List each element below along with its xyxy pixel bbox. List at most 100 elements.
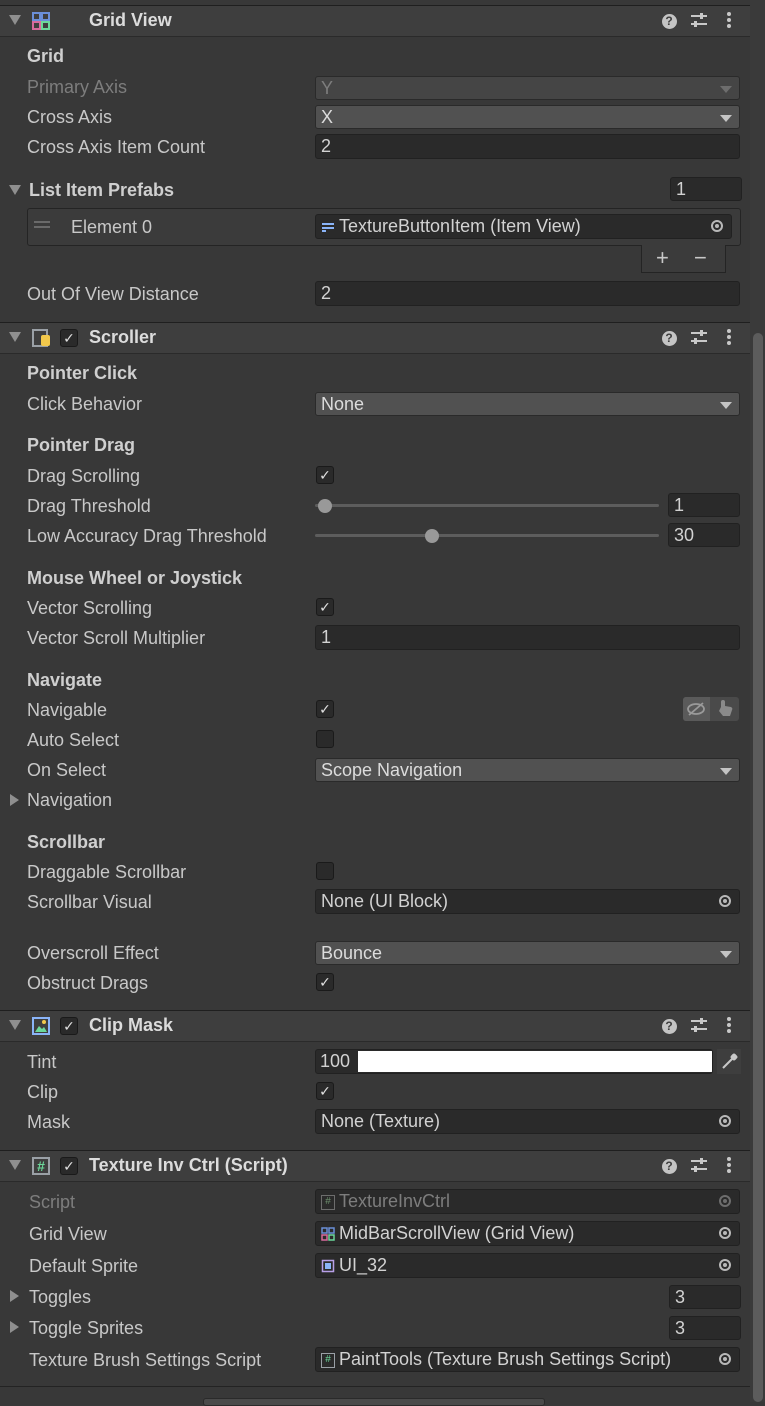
drag-handle-icon[interactable] xyxy=(34,221,50,228)
low-accuracy-slider[interactable] xyxy=(315,534,659,537)
inspector-scrollbar-thumb[interactable] xyxy=(753,333,763,1402)
brush-settings-field[interactable]: # PaintTools (Texture Brush Settings Scri… xyxy=(315,1347,740,1372)
grid-view-value: MidBarScrollView (Grid View) xyxy=(339,1223,575,1243)
vector-multiplier-field[interactable]: 1 xyxy=(315,625,740,650)
more-options-icon[interactable] xyxy=(720,327,738,347)
scroller-header[interactable]: ✓ Scroller ? xyxy=(0,322,750,354)
mask-label: Mask xyxy=(27,1112,71,1132)
texture-inv-ctrl-header[interactable]: # ✓ Texture Inv Ctrl (Script) ? xyxy=(0,1150,750,1182)
more-options-icon[interactable] xyxy=(720,1155,738,1175)
scroller-enabled-checkbox[interactable]: ✓ xyxy=(60,329,78,347)
auto-select-label: Auto Select xyxy=(27,730,120,750)
clip-checkbox[interactable]: ✓ xyxy=(316,1082,334,1100)
object-picker-icon[interactable] xyxy=(719,1115,731,1127)
mask-field[interactable]: None (Texture) xyxy=(315,1109,740,1134)
navigable-checkbox[interactable]: ✓ xyxy=(316,700,334,718)
element-0-field[interactable]: TextureButtonItem (Item View) xyxy=(315,214,732,239)
add-component-button[interactable] xyxy=(203,1398,545,1406)
navigation-foldout[interactable]: Navigation xyxy=(27,790,112,811)
presets-icon[interactable] xyxy=(690,1015,708,1035)
remove-element-button[interactable]: − xyxy=(694,245,707,271)
list-add-remove-bar: + − xyxy=(641,245,726,273)
clip-mask-header[interactable]: ✓ Clip Mask ? xyxy=(0,1010,750,1042)
toggle-sprites-foldout[interactable]: Toggle Sprites xyxy=(29,1318,143,1339)
object-picker-icon[interactable] xyxy=(719,1259,731,1271)
drag-threshold-slider[interactable] xyxy=(315,504,659,507)
vector-scrolling-checkbox[interactable]: ✓ xyxy=(316,598,334,616)
section-grid: Grid xyxy=(27,46,65,66)
on-select-label: On Select xyxy=(27,760,107,780)
section-mouse-wheel: Mouse Wheel or Joystick xyxy=(27,568,243,588)
fold-arrow-icon[interactable] xyxy=(9,1020,21,1030)
help-icon[interactable]: ? xyxy=(660,10,678,30)
script-label: Script xyxy=(29,1192,76,1212)
eyedropper-icon[interactable] xyxy=(717,1049,741,1074)
tint-alpha-value: 100 xyxy=(320,1051,351,1071)
fold-arrow-icon[interactable] xyxy=(9,1160,21,1170)
toggle-sprites-fold-icon[interactable] xyxy=(10,1321,19,1333)
list-item-prefabs-label[interactable]: List Item Prefabs xyxy=(29,180,174,201)
on-select-dropdown[interactable]: Scope Navigation xyxy=(315,758,740,782)
add-element-button[interactable]: + xyxy=(656,245,669,271)
grid-view-field[interactable]: MidBarScrollView (Grid View) xyxy=(315,1221,740,1246)
object-picker-icon[interactable] xyxy=(719,1353,731,1365)
more-options-icon[interactable] xyxy=(720,1015,738,1035)
vector-scrolling-label: Vector Scrolling xyxy=(27,598,153,618)
prefabs-fold-icon[interactable] xyxy=(9,185,21,195)
script-icon: # xyxy=(321,1352,335,1368)
toggles-foldout[interactable]: Toggles xyxy=(29,1287,91,1308)
chevron-down-icon xyxy=(720,951,732,958)
help-icon[interactable]: ? xyxy=(660,1155,678,1175)
low-accuracy-field[interactable]: 30 xyxy=(668,523,740,547)
object-picker-icon[interactable] xyxy=(719,895,731,907)
brush-settings-value: PaintTools (Texture Brush Settings Scrip… xyxy=(339,1349,672,1369)
fold-arrow-icon[interactable] xyxy=(9,332,21,342)
object-picker-icon[interactable] xyxy=(711,220,723,232)
divider xyxy=(0,1386,750,1387)
clip-label: Clip xyxy=(27,1082,59,1102)
drag-threshold-thumb[interactable] xyxy=(318,499,333,513)
toggles-fold-icon[interactable] xyxy=(10,1290,19,1302)
scrollbar-visual-field[interactable]: None (UI Block) xyxy=(315,889,740,914)
hidden-eye-icon[interactable] xyxy=(683,697,710,721)
presets-icon[interactable] xyxy=(690,10,708,30)
more-options-icon[interactable] xyxy=(720,10,738,30)
click-behavior-value: None xyxy=(321,394,365,414)
item-view-icon xyxy=(322,223,334,233)
texture-inv-enabled-checkbox[interactable]: ✓ xyxy=(60,1157,78,1175)
draggable-scrollbar-checkbox[interactable] xyxy=(316,862,334,880)
help-icon[interactable]: ? xyxy=(660,1015,678,1035)
navigable-label: Navigable xyxy=(27,700,108,720)
toggles-count-field[interactable]: 3 xyxy=(669,1285,741,1309)
grid-view-header[interactable]: Grid View ? xyxy=(0,5,750,37)
presets-icon[interactable] xyxy=(690,327,708,347)
cross-axis-count-field[interactable]: 2 xyxy=(315,134,740,159)
object-picker-icon[interactable] xyxy=(719,1227,731,1239)
prefabs-count-field[interactable]: 1 xyxy=(670,177,742,201)
presets-icon[interactable] xyxy=(690,1155,708,1175)
cross-axis-dropdown[interactable]: X xyxy=(315,105,740,129)
drag-threshold-field[interactable]: 1 xyxy=(668,493,740,517)
help-icon[interactable]: ? xyxy=(660,327,678,347)
obstruct-drags-label: Obstruct Drags xyxy=(27,973,149,993)
script-field: # TextureInvCtrl xyxy=(315,1189,740,1214)
overscroll-effect-dropdown[interactable]: Bounce xyxy=(315,941,740,965)
toggle-sprites-count-field[interactable]: 3 xyxy=(669,1316,741,1340)
visibility-toggle-group xyxy=(683,697,739,721)
low-accuracy-thumb[interactable] xyxy=(424,529,439,543)
tint-label: Tint xyxy=(27,1052,57,1072)
click-behavior-dropdown[interactable]: None xyxy=(315,392,740,416)
default-sprite-field[interactable]: UI_32 xyxy=(315,1253,740,1278)
tint-color-swatch[interactable] xyxy=(358,1051,712,1072)
out-of-view-field[interactable]: 2 xyxy=(315,281,740,306)
clip-mask-enabled-checkbox[interactable]: ✓ xyxy=(60,1017,78,1035)
pick-hand-icon[interactable] xyxy=(712,697,739,721)
vector-multiplier-label: Vector Scroll Multiplier xyxy=(27,628,206,648)
obstruct-drags-checkbox[interactable]: ✓ xyxy=(316,973,334,991)
script-value: TextureInvCtrl xyxy=(339,1191,451,1211)
fold-arrow-icon[interactable] xyxy=(9,15,21,25)
auto-select-checkbox[interactable] xyxy=(316,730,334,748)
tint-color-field[interactable]: 100 xyxy=(315,1049,713,1074)
navigation-fold-icon[interactable] xyxy=(10,794,19,806)
drag-scrolling-checkbox[interactable]: ✓ xyxy=(316,466,334,484)
